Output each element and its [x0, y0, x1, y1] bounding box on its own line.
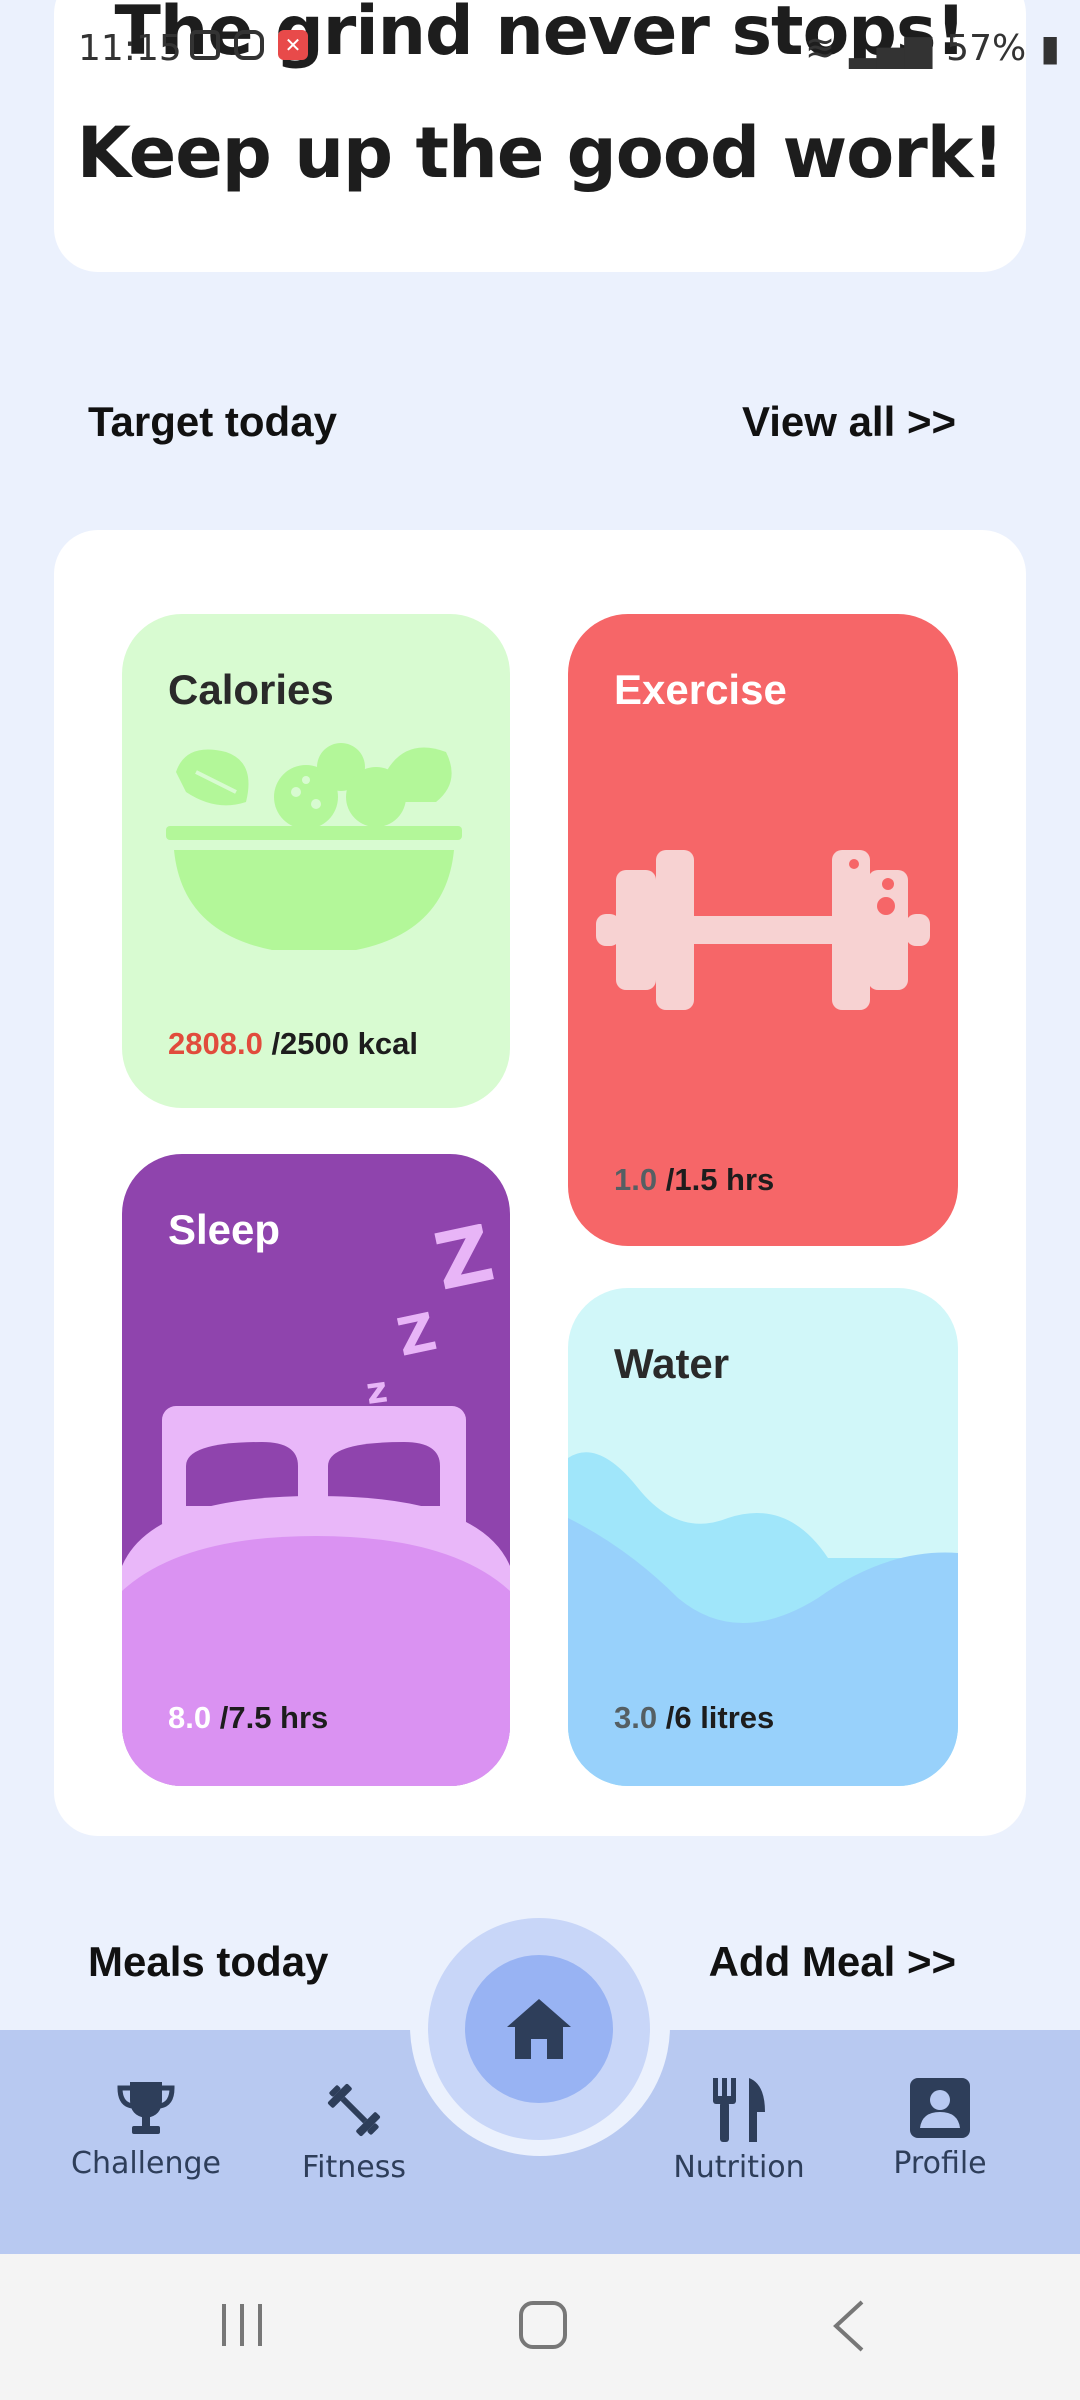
home-icon [507, 1999, 571, 2059]
dumbbell-icon [327, 2083, 381, 2137]
water-total: /6 litres [657, 1700, 775, 1735]
home-button[interactable] [465, 1955, 613, 2103]
exercise-tile[interactable]: Exercise 1.0 /1.5 hrs [568, 614, 958, 1246]
water-tile[interactable]: Water 3.0 /6 litres [568, 1288, 958, 1786]
nav-challenge[interactable]: Challenge [66, 2078, 226, 2181]
meals-today-title: Meals today [88, 1938, 329, 1985]
recent-apps-icon[interactable] [218, 2300, 266, 2350]
sleep-tile[interactable]: Sleep Z Z z 8.0 /7.5 hrs [122, 1154, 510, 1786]
nav-challenge-label: Challenge [71, 2146, 221, 2181]
home-system-icon[interactable] [518, 2300, 568, 2350]
add-meal-link[interactable]: Add Meal >> [709, 1938, 956, 1986]
calories-tile[interactable]: Calories 2808.0 /2500 kcal [122, 614, 510, 1108]
nav-nutrition[interactable]: Nutrition [664, 2078, 814, 2185]
exercise-total: /1.5 hrs [657, 1162, 775, 1197]
back-icon[interactable] [830, 2300, 866, 2352]
system-nav-bar [0, 2254, 1080, 2400]
target-today-header: Target today View all >> [88, 398, 956, 446]
exercise-title: Exercise [614, 666, 787, 713]
sleep-total: /7.5 hrs [211, 1700, 329, 1735]
target-today-title: Target today [88, 398, 337, 445]
calories-total: /2500 kcal [262, 1026, 418, 1061]
svg-text:Z: Z [392, 1302, 441, 1369]
battery-icon: ▮ [1040, 28, 1060, 69]
sleep-title: Sleep [168, 1206, 281, 1253]
status-time: 11:15 [78, 28, 182, 69]
nav-profile[interactable]: Profile [870, 2078, 1010, 2181]
water-value: 3.0 /6 litres [614, 1700, 774, 1736]
sleep-current: 8.0 [168, 1700, 212, 1735]
fork-knife-icon [713, 2078, 765, 2142]
system-icons: ≋ ▂▄▆ 57% ▮ [805, 28, 1060, 69]
message-icon [190, 30, 220, 60]
nav-profile-label: Profile [893, 2146, 987, 2181]
wifi-icon: ≋ [804, 28, 836, 69]
app-notification-icon: ✕ [278, 30, 308, 60]
notification-icons: ✕ [190, 30, 308, 60]
view-all-link[interactable]: View all >> [742, 398, 956, 446]
salad-bowl-icon [166, 743, 462, 950]
signal-icon: ▂▄▆ [849, 28, 933, 69]
nav-fitness-label: Fitness [302, 2150, 406, 2185]
calories-title: Calories [168, 666, 334, 713]
svg-text:z: z [364, 1369, 390, 1404]
sleep-value: 8.0 /7.5 hrs [168, 1700, 328, 1736]
motto-line-2: Keep up the good work! [76, 112, 1004, 194]
water-title: Water [614, 1340, 730, 1387]
profile-icon [910, 2078, 970, 2138]
zzz-icon: Z Z z [364, 1224, 502, 1404]
status-bar: 11:15 ✕ ≋ ▂▄▆ 57% ▮ [0, 0, 1080, 96]
exercise-current: 1.0 [614, 1162, 658, 1197]
dumbbell-icon [596, 850, 930, 1010]
water-current: 3.0 [614, 1700, 658, 1735]
instagram-icon [234, 30, 264, 60]
calories-value: 2808.0 /2500 kcal [168, 1026, 418, 1062]
calories-current: 2808.0 [168, 1026, 263, 1061]
battery-percent: 57% [946, 28, 1027, 69]
nav-fitness[interactable]: Fitness [284, 2078, 424, 2185]
svg-text:Z: Z [427, 1224, 501, 1309]
nav-nutrition-label: Nutrition [673, 2150, 805, 2185]
trophy-icon [117, 2082, 175, 2134]
exercise-value: 1.0 /1.5 hrs [614, 1162, 774, 1198]
